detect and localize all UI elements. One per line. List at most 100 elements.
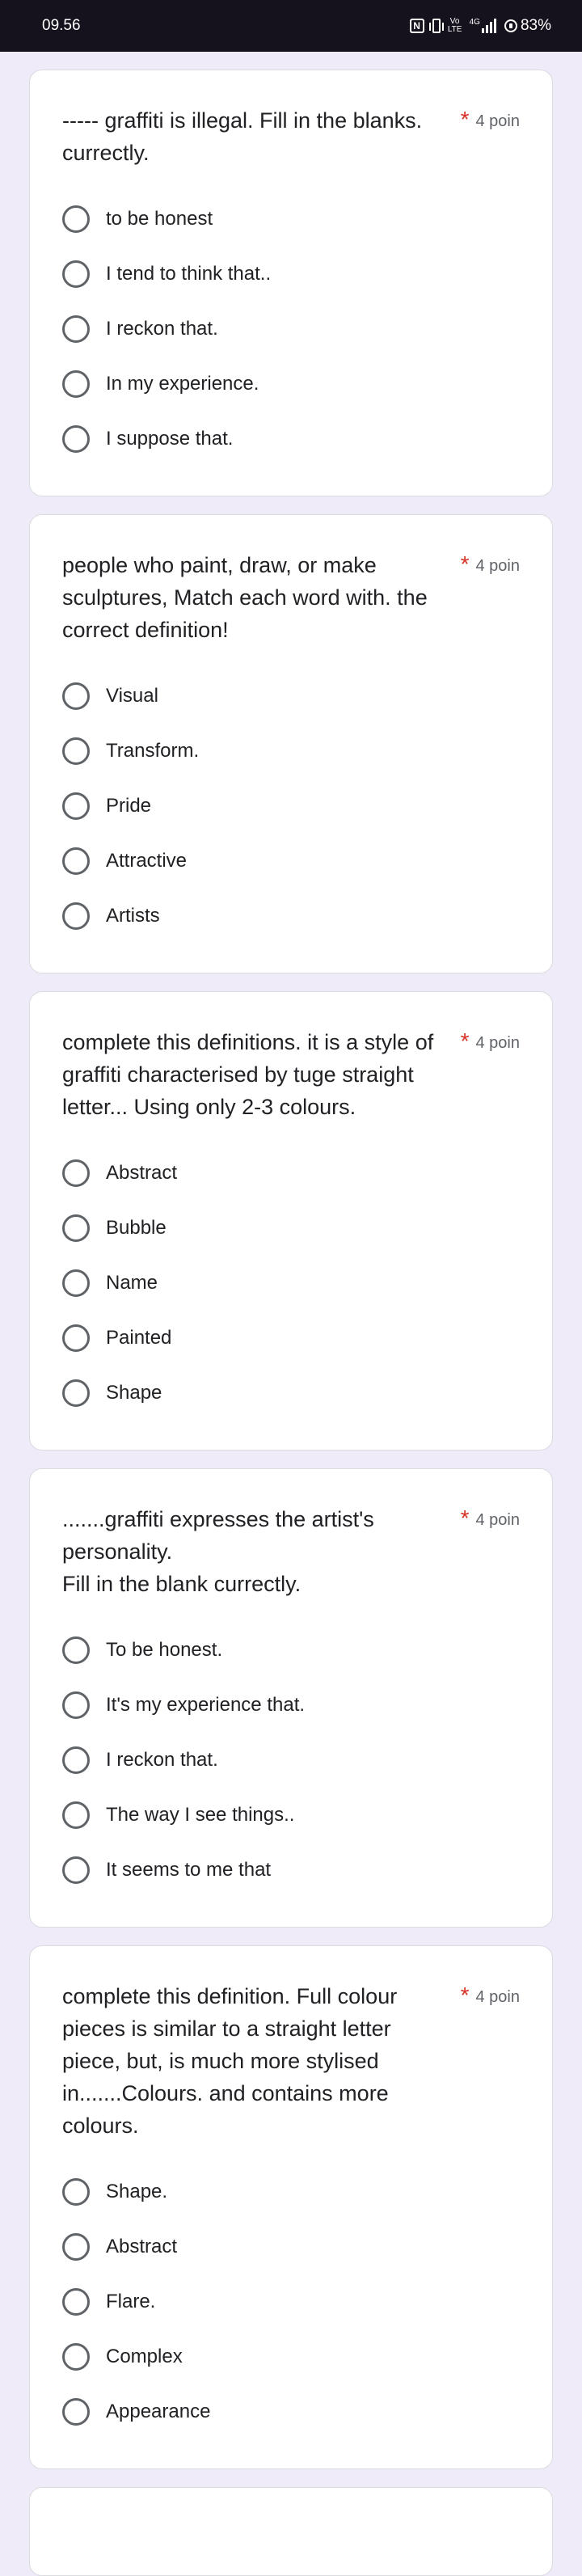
option-item[interactable]: Abstract <box>62 1146 520 1201</box>
option-list: Visual Transform. Pride Attractive Artis… <box>62 669 520 944</box>
radio-button[interactable] <box>62 205 90 233</box>
option-label: Transform. <box>106 740 200 762</box>
question-points: 4 poin <box>475 112 521 130</box>
option-item[interactable]: Bubble <box>62 1201 520 1256</box>
radio-button[interactable] <box>62 1691 90 1719</box>
radio-button[interactable] <box>62 2343 90 2371</box>
option-label: Name <box>106 1272 158 1294</box>
status-bar: 09.56 N Vo LTE 4G 83% <box>0 0 582 52</box>
radio-button[interactable] <box>62 2398 90 2426</box>
option-item[interactable]: Name <box>62 1256 520 1311</box>
question-title: ----- graffiti is illegal. Fill in the b… <box>62 108 423 165</box>
required-asterisk: * <box>460 551 470 576</box>
option-item[interactable]: Complex <box>62 2329 520 2384</box>
radio-button[interactable] <box>62 1636 90 1664</box>
radio-button[interactable] <box>62 2178 90 2206</box>
question-title: complete this definitions. it is a style… <box>62 1030 434 1119</box>
option-item[interactable]: Shape <box>62 1366 520 1421</box>
option-item[interactable]: Flare. <box>62 2274 520 2329</box>
required-asterisk: * <box>460 107 470 132</box>
nfc-icon: N <box>409 19 424 33</box>
option-label: Artists <box>106 905 160 927</box>
option-list: Abstract Bubble Name Painted Shape <box>62 1146 520 1421</box>
option-item[interactable]: In my experience. <box>62 357 520 412</box>
option-item[interactable]: Painted <box>62 1311 520 1366</box>
option-label: Visual <box>106 685 158 707</box>
radio-button[interactable] <box>62 260 90 288</box>
option-item[interactable]: It's my experience that. <box>62 1678 520 1733</box>
option-item[interactable]: Shape. <box>62 2164 520 2219</box>
battery-saver-icon <box>504 19 517 32</box>
radio-button[interactable] <box>62 682 90 710</box>
option-label: Shape. <box>106 2181 168 2202</box>
option-item[interactable]: To be honest. <box>62 1623 520 1678</box>
option-item[interactable]: I reckon that. <box>62 302 520 357</box>
option-item[interactable]: Transform. <box>62 724 520 779</box>
option-item[interactable]: Artists <box>62 889 520 944</box>
option-label: Abstract <box>106 2236 178 2257</box>
radio-button[interactable] <box>62 1159 90 1187</box>
radio-button[interactable] <box>62 902 90 930</box>
radio-button[interactable] <box>62 370 90 398</box>
question-title: people who paint, draw, or make sculptur… <box>62 553 428 642</box>
option-label: Abstract <box>106 1162 178 1184</box>
option-label: Shape <box>106 1382 162 1404</box>
option-item[interactable]: The way I see things.. <box>62 1788 520 1843</box>
status-time: 09.56 <box>42 17 81 34</box>
option-item[interactable]: Abstract <box>62 2219 520 2274</box>
radio-button[interactable] <box>62 1214 90 1242</box>
radio-button[interactable] <box>62 1746 90 1774</box>
option-label: I suppose that. <box>106 428 234 450</box>
question-title: complete this definition. Full colour pi… <box>62 1984 398 2138</box>
option-label: In my experience. <box>106 373 259 395</box>
option-label: It seems to me that <box>106 1859 272 1881</box>
radio-button[interactable] <box>62 2288 90 2316</box>
option-label: I reckon that. <box>106 1749 218 1771</box>
option-item[interactable]: Pride <box>62 779 520 834</box>
radio-button[interactable] <box>62 1856 90 1884</box>
option-label: Painted <box>106 1327 172 1349</box>
question-points: 4 poin <box>475 557 521 575</box>
question-card: complete this definitions. it is a style… <box>29 991 553 1451</box>
question-title: .......graffiti expresses the artist's p… <box>62 1507 374 1596</box>
radio-button[interactable] <box>62 425 90 453</box>
radio-button[interactable] <box>62 1379 90 1407</box>
radio-button[interactable] <box>62 792 90 820</box>
question-points: 4 poin <box>475 1034 521 1052</box>
option-item[interactable]: Visual <box>62 669 520 724</box>
option-label: It's my experience that. <box>106 1694 306 1716</box>
option-label: To be honest. <box>106 1639 223 1661</box>
radio-button[interactable] <box>62 1324 90 1352</box>
volte-icon: Vo LTE <box>447 17 462 34</box>
required-asterisk: * <box>460 1505 470 1531</box>
radio-button[interactable] <box>62 737 90 765</box>
option-list: To be honest. It's my experience that. I… <box>62 1623 520 1898</box>
option-item[interactable]: It seems to me that <box>62 1843 520 1898</box>
option-label: Appearance <box>106 2401 211 2422</box>
option-item[interactable]: I tend to think that.. <box>62 247 520 302</box>
network-type-label: 4G <box>469 18 480 27</box>
option-label: Pride <box>106 795 152 817</box>
option-item[interactable]: to be honest <box>62 192 520 247</box>
question-card: complete this definition. Full colour pi… <box>29 1945 553 2469</box>
option-item[interactable]: I suppose that. <box>62 412 520 467</box>
option-list: to be honest I tend to think that.. I re… <box>62 192 520 467</box>
required-asterisk: * <box>460 1983 470 2008</box>
radio-button[interactable] <box>62 315 90 343</box>
vibrate-icon <box>428 19 444 33</box>
option-label: to be honest <box>106 208 213 230</box>
option-label: Attractive <box>106 850 188 872</box>
required-asterisk: * <box>460 1028 470 1054</box>
radio-button[interactable] <box>62 2233 90 2261</box>
battery-percent: 83% <box>520 17 551 34</box>
option-item[interactable]: I reckon that. <box>62 1733 520 1788</box>
question-points: 4 poin <box>475 1511 521 1529</box>
question-points: 4 poin <box>475 1988 521 2006</box>
radio-button[interactable] <box>62 847 90 875</box>
option-item[interactable]: Attractive <box>62 834 520 889</box>
signal-icon: 4G <box>470 19 496 33</box>
option-item[interactable]: Appearance <box>62 2384 520 2439</box>
radio-button[interactable] <box>62 1269 90 1297</box>
radio-button[interactable] <box>62 1801 90 1829</box>
form-content: ----- graffiti is illegal. Fill in the b… <box>0 52 582 2576</box>
